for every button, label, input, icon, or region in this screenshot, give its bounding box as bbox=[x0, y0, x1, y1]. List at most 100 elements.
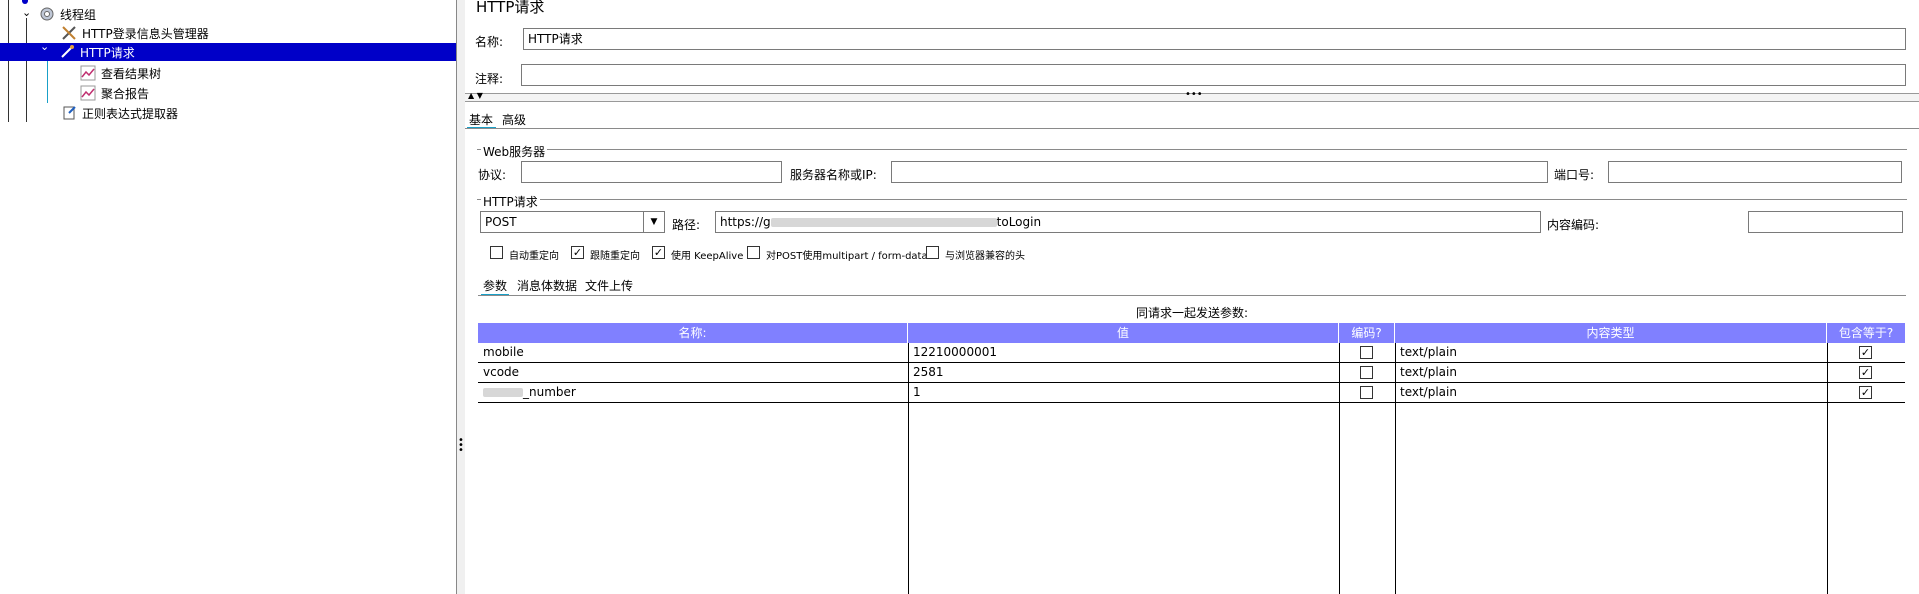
path-field[interactable]: https://g toLogin bbox=[715, 211, 1541, 233]
encode-checkbox[interactable] bbox=[1360, 386, 1373, 399]
port-label: 端口号: bbox=[1554, 168, 1595, 182]
encode-checkbox[interactable] bbox=[1360, 366, 1373, 379]
column-header-value[interactable]: 值 bbox=[908, 323, 1339, 343]
table-row-value[interactable]: 2581 bbox=[913, 363, 944, 382]
tree-guide-line bbox=[47, 56, 48, 103]
web-server-section-line bbox=[477, 149, 1907, 150]
path-suffix: toLogin bbox=[996, 215, 1042, 229]
table-row-content-type[interactable]: text/plain bbox=[1400, 363, 1457, 382]
tree-guide-line bbox=[26, 18, 27, 122]
panel-title: HTTP请求 bbox=[476, 0, 545, 16]
protocol-label: 协议: bbox=[478, 168, 507, 182]
column-divider bbox=[908, 343, 909, 594]
tree-node-marker bbox=[22, 0, 28, 4]
horizontal-splitter[interactable]: ▲ ▼ ••• bbox=[465, 89, 1919, 102]
tab-divider bbox=[478, 295, 1906, 296]
tree-guide-line bbox=[8, 0, 9, 122]
server-label: 服务器名称或IP: bbox=[790, 168, 877, 182]
auto-redirect-label: 自动重定向 bbox=[509, 251, 559, 262]
tree-item-results-tree[interactable]: 查看结果树 bbox=[79, 64, 161, 82]
multipart-checkbox[interactable] bbox=[747, 246, 760, 259]
chevron-down-icon[interactable]: ⌄ bbox=[22, 6, 31, 19]
column-header-encode[interactable]: 编码? bbox=[1339, 323, 1395, 343]
test-plan-tree[interactable]: ⌄ 线程组 HTTP登录信息头管理器 ⌄ HTTP请求 查看结果树 聚合报告 正… bbox=[0, 0, 456, 594]
include-equals-checkbox[interactable]: ✓ bbox=[1859, 386, 1872, 399]
method-value: POST bbox=[485, 215, 517, 229]
http-section-title: HTTP请求 bbox=[481, 193, 540, 210]
tree-item-aggregate-report[interactable]: 聚合报告 bbox=[79, 84, 149, 102]
tab-files-upload[interactable]: 文件上传 bbox=[585, 277, 633, 294]
tree-item-label: 查看结果树 bbox=[101, 66, 162, 81]
tools-icon bbox=[60, 25, 78, 41]
web-server-section-title: Web服务器 bbox=[481, 143, 548, 160]
redacted-text bbox=[483, 388, 523, 397]
include-equals-checkbox[interactable]: ✓ bbox=[1859, 346, 1872, 359]
encoding-label: 内容编码: bbox=[1547, 218, 1600, 232]
table-row-value[interactable]: 1 bbox=[913, 383, 921, 402]
tree-item-label: HTTP登录信息头管理器 bbox=[82, 26, 209, 41]
tab-basic[interactable]: 基本 bbox=[469, 111, 493, 128]
tree-item-label: 聚合报告 bbox=[101, 86, 150, 101]
table-row-content-type[interactable]: text/plain bbox=[1400, 383, 1457, 402]
tree-item-label: 线程组 bbox=[60, 7, 97, 22]
server-field[interactable] bbox=[891, 161, 1548, 183]
row-divider bbox=[478, 402, 1905, 403]
table-row-name[interactable]: mobile bbox=[483, 343, 524, 362]
http-request-panel: HTTP请求 名称: HTTP请求 注释: ▲ ▼ ••• 基本 高级 Web服… bbox=[465, 0, 1919, 594]
row-divider bbox=[478, 382, 1905, 383]
tree-item-header-manager[interactable]: HTTP登录信息头管理器 bbox=[60, 24, 209, 42]
auto-redirect-checkbox[interactable] bbox=[490, 246, 503, 259]
protocol-field[interactable] bbox=[521, 161, 782, 183]
chevron-down-icon[interactable]: ⌄ bbox=[40, 40, 49, 53]
table-row-name[interactable]: _number bbox=[483, 383, 576, 402]
follow-redirect-checkbox[interactable]: ✓ bbox=[571, 246, 584, 259]
path-label: 路径: bbox=[672, 218, 701, 232]
pipette-icon bbox=[58, 44, 76, 60]
encoding-field[interactable] bbox=[1748, 211, 1903, 233]
path-prefix: https://g bbox=[720, 215, 771, 229]
gear-icon bbox=[38, 6, 56, 22]
column-divider bbox=[1339, 343, 1340, 594]
include-equals-checkbox[interactable]: ✓ bbox=[1859, 366, 1872, 379]
tab-divider bbox=[465, 128, 1919, 129]
tree-item-thread-group[interactable]: 线程组 bbox=[38, 5, 96, 23]
column-divider bbox=[1827, 343, 1828, 594]
browser-headers-checkbox[interactable] bbox=[926, 246, 939, 259]
tree-item-label: 正则表达式提取器 bbox=[82, 106, 179, 121]
tab-advanced[interactable]: 高级 bbox=[502, 111, 526, 128]
tab-parameters[interactable]: 参数 bbox=[483, 277, 507, 294]
row-divider bbox=[478, 362, 1905, 363]
column-divider bbox=[1395, 343, 1396, 594]
tab-body-data[interactable]: 消息体数据 bbox=[517, 277, 577, 294]
collapse-arrows-icon[interactable]: ▲ ▼ bbox=[468, 91, 483, 100]
table-row-name[interactable]: vcode bbox=[483, 363, 519, 382]
multipart-label: 对POST使用multipart / form-data bbox=[766, 251, 928, 262]
column-header-include-equals[interactable]: 包含等于? bbox=[1827, 323, 1905, 343]
tree-item-regex-extractor[interactable]: 正则表达式提取器 bbox=[60, 104, 178, 122]
comment-label: 注释: bbox=[475, 72, 504, 86]
tree-item-label: HTTP请求 bbox=[80, 45, 135, 60]
chart-icon bbox=[79, 65, 97, 81]
method-select[interactable]: POST ▼ bbox=[480, 211, 665, 233]
redacted-text bbox=[770, 218, 997, 227]
chart-icon bbox=[79, 85, 97, 101]
name-field[interactable]: HTTP请求 bbox=[523, 28, 1906, 50]
table-row-value[interactable]: 12210000001 bbox=[913, 343, 997, 362]
keepalive-checkbox[interactable]: ✓ bbox=[652, 246, 665, 259]
column-header-content-type[interactable]: 内容类型 bbox=[1395, 323, 1827, 343]
table-row-name-text: _number bbox=[523, 385, 576, 399]
table-row-content-type[interactable]: text/plain bbox=[1400, 343, 1457, 362]
follow-redirect-label: 跟随重定向 bbox=[590, 251, 640, 262]
document-icon bbox=[60, 105, 78, 121]
tree-item-http-request[interactable]: ⌄ HTTP请求 bbox=[0, 40, 456, 61]
browser-headers-label: 与浏览器兼容的头 bbox=[945, 251, 1025, 262]
column-header-name[interactable]: 名称: bbox=[478, 323, 908, 343]
keepalive-label: 使用 KeepAlive bbox=[671, 251, 744, 262]
port-field[interactable] bbox=[1608, 161, 1902, 183]
encode-checkbox[interactable] bbox=[1360, 346, 1373, 359]
name-label: 名称: bbox=[475, 35, 504, 49]
splitter-handle-icon: ••• bbox=[458, 435, 464, 456]
params-table[interactable]: 名称: 值 编码? 内容类型 包含等于? mobile 12210000001 … bbox=[478, 323, 1905, 594]
chevron-down-icon[interactable]: ▼ bbox=[643, 212, 664, 232]
comment-field[interactable] bbox=[521, 64, 1906, 86]
